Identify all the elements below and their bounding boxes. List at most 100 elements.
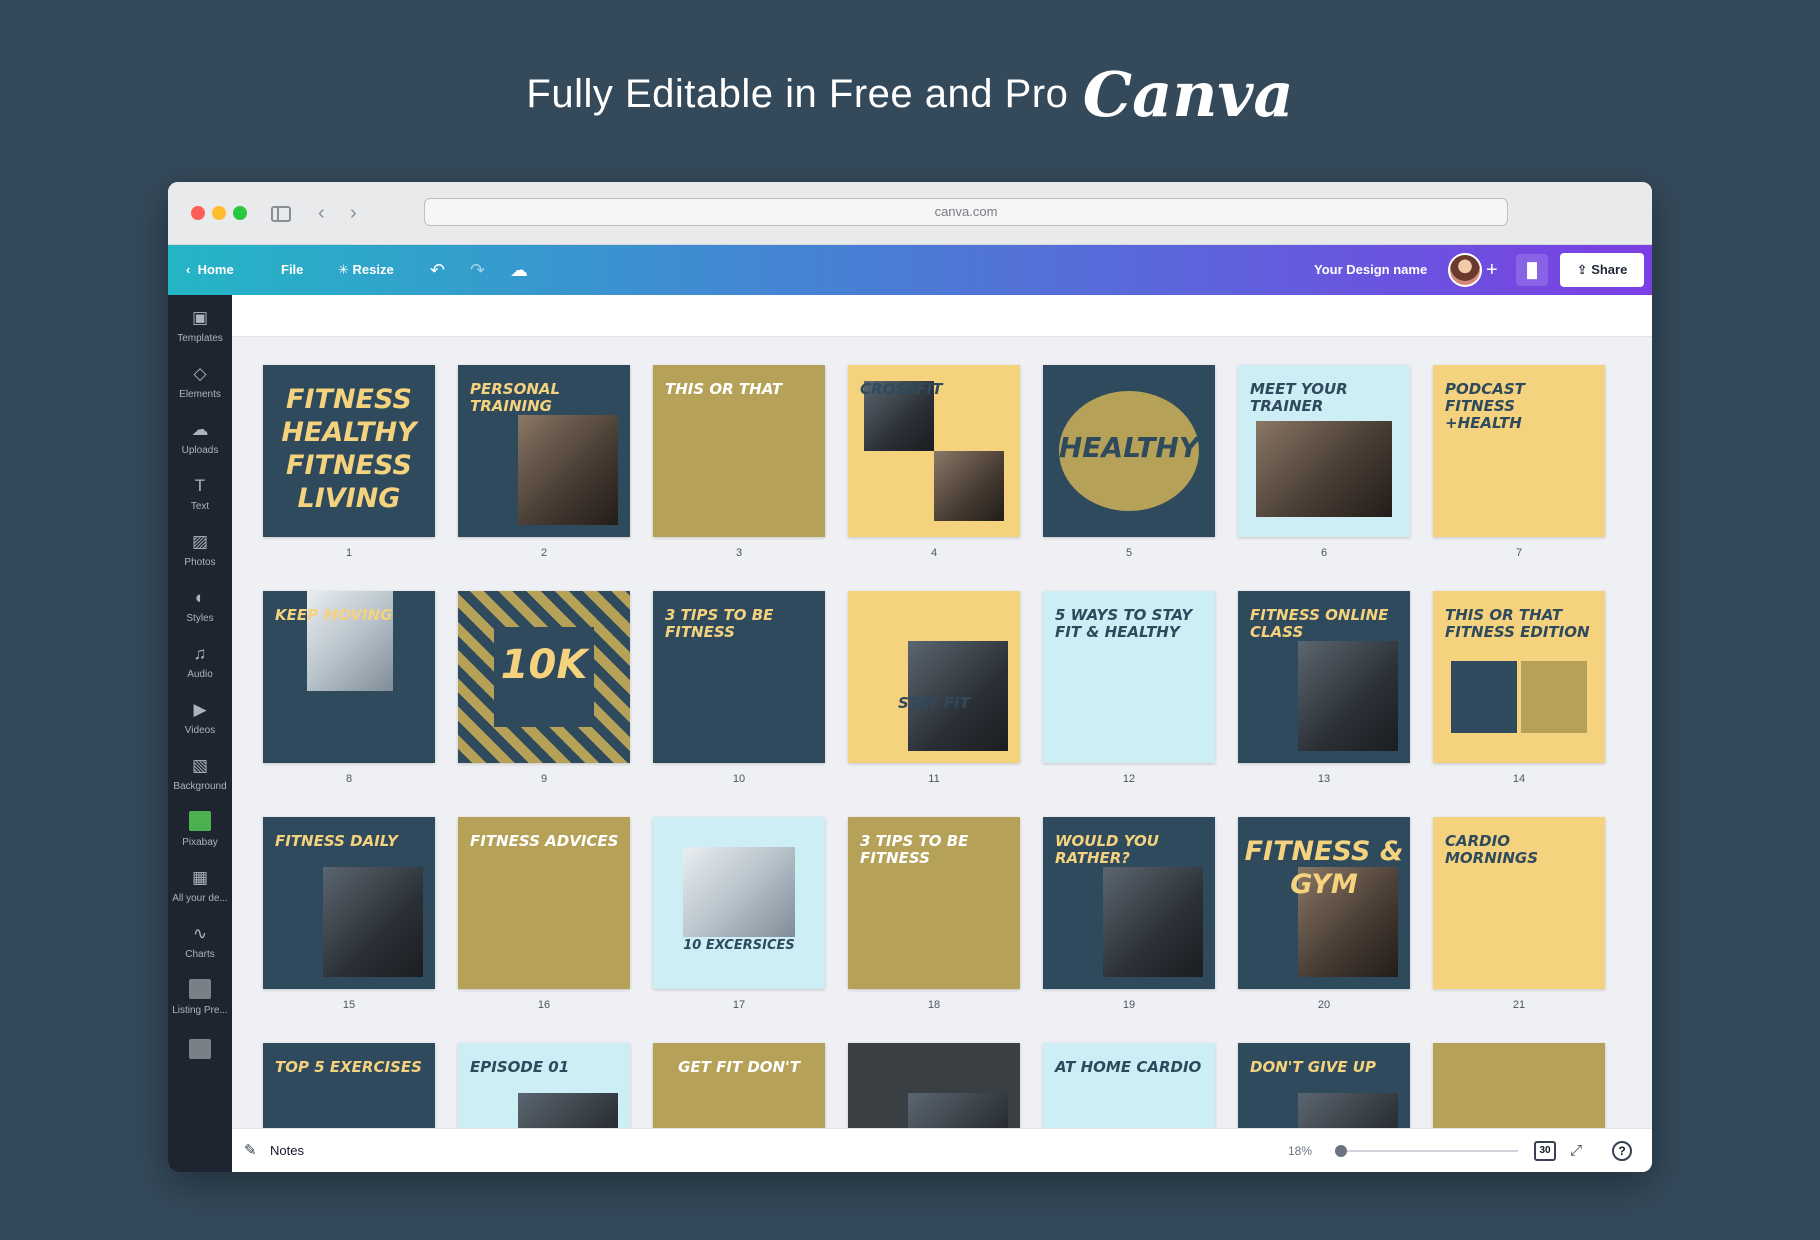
page-number: 20 [1317, 999, 1331, 1011]
design-page-thumbnail[interactable]: 10K [458, 591, 630, 763]
sidebar-toggle-icon[interactable] [271, 206, 291, 222]
design-page-thumbnail[interactable]: MEET YOUR TRAINER [1238, 365, 1410, 537]
page-count-button[interactable]: 30 [1534, 1141, 1556, 1161]
page-title-text: THIS OR THAT [665, 380, 783, 398]
design-page-thumbnail[interactable]: STAY FIT [848, 591, 1020, 763]
design-page-thumbnail[interactable]: THIS OR THAT FITNESS EDITION [1433, 591, 1605, 763]
palette-icon: ◐ [194, 588, 206, 607]
share-button[interactable]: ⇪ Share [1560, 253, 1644, 287]
sidebar-item-listing-preview[interactable]: Listing Pre... [168, 971, 232, 1031]
sidebar-item-styles[interactable]: ◐ Styles [168, 579, 232, 639]
elements-icon: ◇ [193, 364, 207, 383]
zoom-level: 18% [1288, 1144, 1313, 1158]
home-label: Home [197, 262, 234, 277]
sidebar-item-label: Uploads [181, 445, 219, 456]
sidebar-item-charts[interactable]: ∿ Charts [168, 915, 232, 975]
zoom-slider[interactable] [1338, 1150, 1518, 1152]
sidebar-item-background[interactable]: ▧ Background [168, 747, 232, 807]
sidebar-item-more[interactable] [168, 1031, 232, 1091]
sidebar-item-label: Background [173, 781, 227, 792]
maximize-window-button[interactable] [233, 206, 247, 220]
templates-icon: ▣ [191, 308, 209, 327]
resize-button[interactable]: ✳ Resize [338, 245, 394, 295]
photo-image [323, 867, 423, 977]
page-number: 5 [1125, 547, 1133, 559]
page-number: 15 [342, 999, 356, 1011]
design-page-thumbnail[interactable]: THIS OR THAT [653, 365, 825, 537]
design-page-thumbnail[interactable]: KEEP MOVING [263, 591, 435, 763]
design-page-thumbnail[interactable]: FITNESS & GYM [1238, 817, 1410, 989]
design-page-thumbnail[interactable]: CARDIO MORNINGS [1433, 817, 1605, 989]
sidebar-item-label: Pixabay [182, 837, 218, 848]
page-number: 16 [537, 999, 551, 1011]
canvas-top-strip [232, 295, 1652, 337]
design-page-thumbnail[interactable]: 10 EXCERSICES [653, 817, 825, 989]
page-number: 12 [1122, 773, 1136, 785]
expand-icon[interactable]: ⤢ [1570, 1129, 1582, 1172]
page-title-text: AT HOME CARDIO [1055, 1058, 1202, 1076]
undo-icon[interactable]: ↶ [430, 245, 445, 295]
sidebar-item-audio[interactable]: ♫ Audio [168, 635, 232, 695]
forward-arrow-icon[interactable]: › [350, 200, 357, 226]
bar-chart-icon[interactable]: ▐▌ [1516, 254, 1548, 286]
page-title-text: WOULD YOU RATHER? [1055, 832, 1159, 867]
design-page-thumbnail[interactable]: CROSSFIT [848, 365, 1020, 537]
page-number: 8 [345, 773, 353, 785]
sidebar-item-text[interactable]: T Text [168, 467, 232, 527]
page-number: 14 [1512, 773, 1526, 785]
design-page-thumbnail[interactable]: HEALTHY [1043, 365, 1215, 537]
design-page-thumbnail[interactable]: FITNESS HEALTHY FITNESS LIVING [263, 365, 435, 537]
file-menu-button[interactable]: File [281, 245, 303, 295]
sidebar-item-photos[interactable]: ▨ Photos [168, 523, 232, 583]
address-bar[interactable]: canva.com [424, 198, 1508, 226]
page-title-text: 3 TIPS TO BE FITNESS [860, 832, 969, 867]
page-number: 18 [927, 999, 941, 1011]
video-icon: ▶ [193, 700, 207, 719]
grid-icon: ▦ [191, 868, 209, 887]
sidebar-item-uploads[interactable]: ☁ Uploads [168, 411, 232, 471]
photo-image [518, 415, 618, 525]
notes-button[interactable]: Notes [270, 1129, 304, 1172]
cloud-upload-icon: ☁ [191, 420, 209, 439]
page-title-text: MEET YOUR TRAINER [1250, 380, 1348, 415]
page-title-text: FITNESS DAILY [275, 832, 398, 850]
sidebar-item-label: Photos [184, 557, 216, 568]
notes-icon[interactable]: ✎ [244, 1129, 257, 1172]
zoom-slider-handle[interactable] [1335, 1145, 1347, 1157]
design-page-thumbnail[interactable]: FITNESS ONLINE CLASS [1238, 591, 1410, 763]
sidebar-item-label: All your de... [172, 893, 228, 904]
design-name-field[interactable]: Your Design name [1314, 245, 1427, 295]
design-page-thumbnail[interactable]: PODCAST FITNESS +HEALTH [1433, 365, 1605, 537]
home-button[interactable]: ‹ Home [186, 245, 234, 295]
redo-icon[interactable]: ↷ [470, 245, 485, 295]
diet-panel [1451, 661, 1517, 733]
sidebar-item-templates[interactable]: ▣ Templates [168, 299, 232, 359]
cloud-sync-icon[interactable]: ☁ [510, 245, 528, 295]
question-icon[interactable]: ? [1612, 1141, 1632, 1161]
design-page-thumbnail[interactable]: 3 TIPS TO BE FITNESS [848, 817, 1020, 989]
back-arrow-icon[interactable]: ‹ [318, 200, 325, 226]
user-avatar[interactable] [1448, 253, 1482, 287]
sidebar-item-pixabay[interactable]: Pixabay [168, 803, 232, 863]
minimize-window-button[interactable] [212, 206, 226, 220]
page-title-text: 5 WAYS TO STAY FIT & HEALTHY [1055, 606, 1193, 641]
sidebar-item-elements[interactable]: ◇ Elements [168, 355, 232, 415]
page-title-text: FITNESS ADVICES [470, 832, 619, 850]
photo-image [1103, 867, 1203, 977]
exercise-panel [1521, 661, 1587, 733]
add-collaborator-icon[interactable]: + [1486, 245, 1498, 295]
design-page-thumbnail[interactable]: 5 WAYS TO STAY FIT & HEALTHY [1043, 591, 1215, 763]
close-window-button[interactable] [191, 206, 205, 220]
sidebar-item-videos[interactable]: ▶ Videos [168, 691, 232, 751]
hero-headline: Fully Editable in Free and Pro Canva [0, 58, 1820, 131]
page-number: 19 [1122, 999, 1136, 1011]
sidebar-item-label: Charts [185, 949, 215, 960]
browser-chrome: ‹ › canva.com [168, 182, 1652, 245]
sidebar-item-all-designs[interactable]: ▦ All your de... [168, 859, 232, 919]
design-page-thumbnail[interactable]: WOULD YOU RATHER? [1043, 817, 1215, 989]
design-page-thumbnail[interactable]: PERSONAL TRAINING [458, 365, 630, 537]
design-page-thumbnail[interactable]: FITNESS DAILY [263, 817, 435, 989]
design-page-thumbnail[interactable]: 3 TIPS TO BE FITNESS [653, 591, 825, 763]
page-title-text: 10 EXCERSICES [683, 938, 795, 953]
design-page-thumbnail[interactable]: FITNESS ADVICES [458, 817, 630, 989]
